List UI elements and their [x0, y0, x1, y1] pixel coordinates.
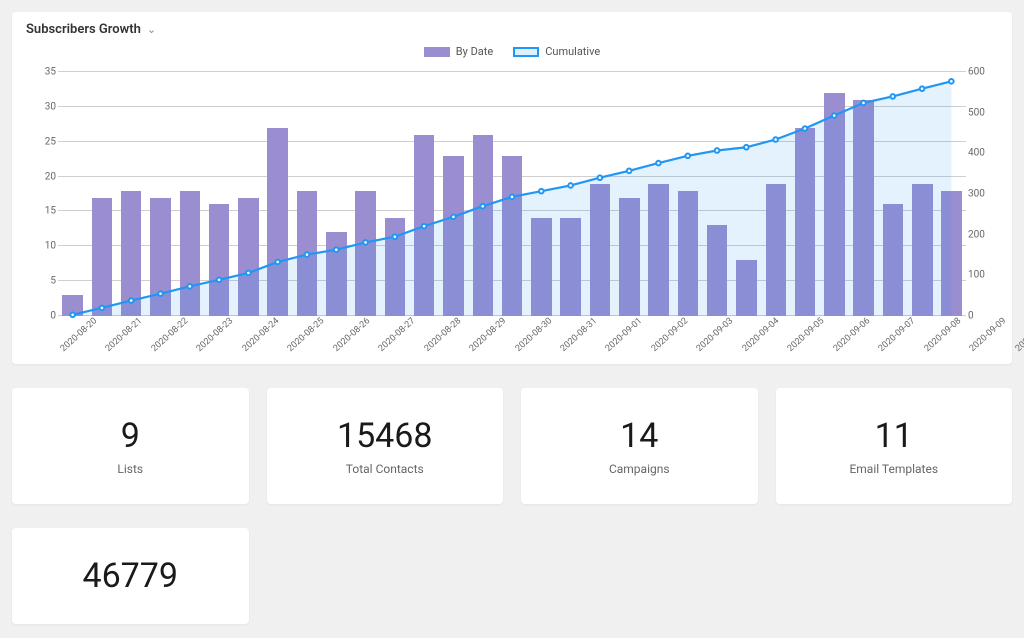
stat-campaigns[interactable]: 14 Campaigns	[521, 388, 758, 504]
chart-header[interactable]: Subscribers Growth ⌄	[26, 22, 998, 37]
stat-value: 14	[533, 416, 746, 456]
stat-value: 11	[788, 416, 1001, 456]
chart-legend: By Date Cumulative	[26, 45, 998, 58]
stats-row-2: 46779	[12, 528, 1012, 624]
x-axis: 2020-08-202020-08-212020-08-222020-08-23…	[58, 316, 966, 354]
legend-label: Cumulative	[545, 45, 600, 58]
chart-canvas: 05101520253035 0100200300400500600 2020-…	[26, 64, 998, 354]
stat-value: 46779	[24, 556, 237, 596]
x-tick: 2020-09-10	[1013, 316, 1024, 375]
chevron-down-icon: ⌄	[147, 23, 156, 36]
chart-card: Subscribers Growth ⌄ By Date Cumulative …	[12, 12, 1012, 364]
stat-label: Email Templates	[788, 462, 1001, 476]
y-axis-right: 0100200300400500600	[968, 72, 998, 316]
stats-row: 9 Lists 15468 Total Contacts 14 Campaign…	[12, 388, 1012, 504]
legend-swatch-bar	[424, 47, 450, 57]
stat-total-contacts[interactable]: 15468 Total Contacts	[267, 388, 504, 504]
stat-label: Total Contacts	[279, 462, 492, 476]
stat-label: Campaigns	[533, 462, 746, 476]
legend-by-date[interactable]: By Date	[424, 45, 493, 58]
stat-email-templates[interactable]: 11 Email Templates	[776, 388, 1013, 504]
legend-label: By Date	[456, 45, 493, 58]
stat-extra-1[interactable]: 46779	[12, 528, 249, 624]
chart-title: Subscribers Growth	[26, 22, 141, 37]
stat-value: 9	[24, 416, 237, 456]
y-axis-left: 05101520253035	[26, 72, 56, 316]
stat-value: 15468	[279, 416, 492, 456]
legend-cumulative[interactable]: Cumulative	[513, 45, 600, 58]
stat-lists[interactable]: 9 Lists	[12, 388, 249, 504]
stat-label: Lists	[24, 462, 237, 476]
legend-swatch-line	[513, 47, 539, 57]
chart-plot-area	[58, 72, 966, 316]
chart-line-layer	[58, 72, 966, 316]
